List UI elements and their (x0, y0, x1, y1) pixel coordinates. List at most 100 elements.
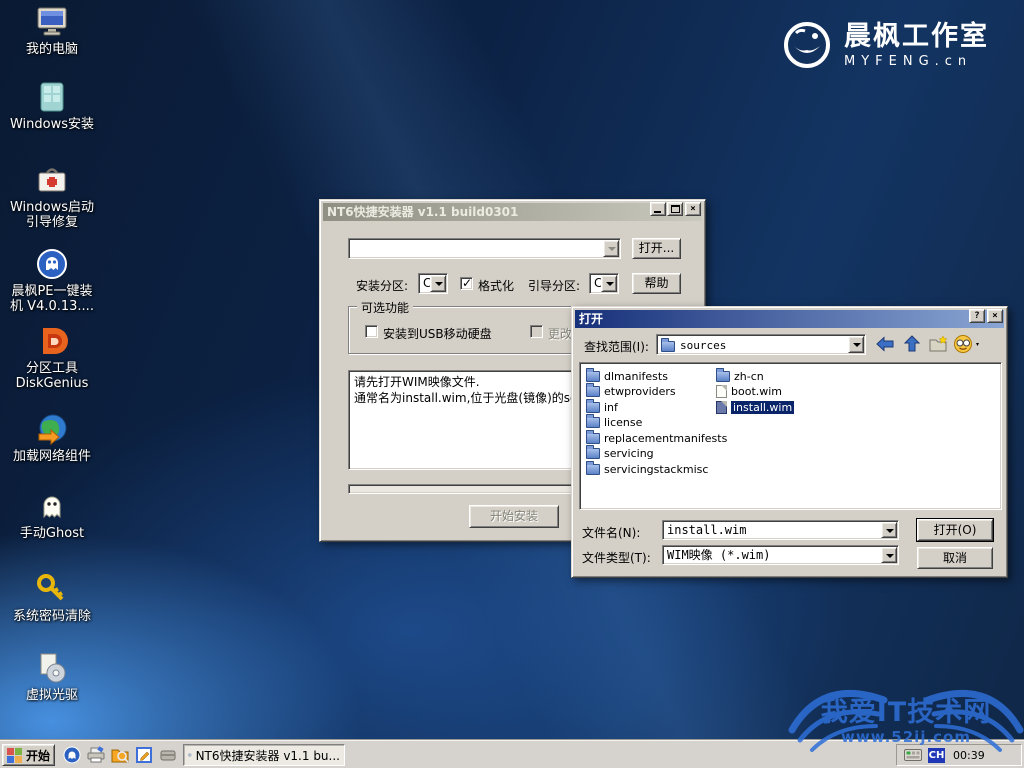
start-install-button[interactable]: 开始安装 (469, 505, 559, 528)
desktop-icon-load-network[interactable]: 加载网络组件 (0, 412, 104, 464)
maximize-button[interactable] (667, 202, 683, 216)
start-label: 开始 (26, 747, 50, 764)
nt6-titlebar[interactable]: NT6快捷安装器 v1.1 build0301 (323, 203, 702, 221)
myfeng-logo-icon (782, 20, 832, 70)
file-type-value: WIM映像 (*.wim) (662, 545, 899, 565)
usb-install-checkbox[interactable] (365, 325, 378, 338)
quicklaunch-pe-icon[interactable] (62, 745, 84, 765)
format-label: 格式化 (478, 277, 514, 294)
chevron-down-icon[interactable] (848, 336, 864, 353)
brand-subtitle: MYFENG.cn (844, 54, 989, 69)
desktop-icon-label: Windows启动 引导修复 (0, 200, 104, 230)
chevron-down-icon[interactable] (601, 275, 617, 292)
desktop-icon-my-computer[interactable]: 我的电脑 (0, 5, 104, 57)
list-item-folder[interactable]: replacementmanifests (586, 431, 727, 446)
taskbar-window-label: NT6快捷安装器 v1.1 bu... (196, 747, 340, 764)
chevron-down-icon[interactable] (603, 240, 619, 257)
list-item-folder[interactable]: dlmanifests (586, 369, 668, 384)
view-menu-icon[interactable] (953, 334, 983, 354)
folder-icon (661, 341, 675, 352)
file-icon (716, 385, 727, 398)
dialog-open-button[interactable]: 打开(O) (917, 519, 993, 541)
new-folder-icon[interactable] (928, 334, 950, 354)
open-dialog-title: 打开 (579, 312, 603, 326)
tray-clock[interactable]: 00:39 (953, 749, 985, 762)
boot-partition-label: 引导分区: (528, 277, 580, 294)
folder-icon (586, 448, 600, 459)
desktop-icon-manual-ghost[interactable]: 手动Ghost (0, 489, 104, 541)
desktop-icon-label: 晨枫PE一键装 机 V4.0.13.... (0, 284, 104, 314)
virtual-cd-icon (35, 651, 69, 685)
minimize-button[interactable] (650, 202, 666, 216)
dialog-cancel-button[interactable]: 取消 (917, 547, 993, 569)
back-icon[interactable] (875, 334, 897, 354)
system-tray: CH 00:39 (896, 744, 1022, 766)
folder-icon (586, 464, 600, 475)
file-name-value[interactable]: install.wim (662, 520, 899, 540)
open-file-dialog: 打开 ? × 查找范围(I): sources dlmanifests etwp… (571, 306, 1008, 578)
list-item-file[interactable]: boot.wim (716, 384, 782, 399)
chevron-down-icon[interactable] (881, 522, 897, 538)
desktop-icon-label: 我的电脑 (0, 42, 104, 57)
optional-group-label: 可选功能 (357, 299, 413, 316)
open-wim-button[interactable]: 打开... (632, 238, 681, 259)
file-name-combobox[interactable]: install.wim (662, 520, 899, 540)
desktop-icon-windows-install[interactable]: Windows安装 (0, 80, 104, 132)
chevron-down-icon[interactable] (430, 275, 446, 292)
quicklaunch-printer-icon[interactable] (86, 745, 108, 765)
list-item-folder[interactable]: license (586, 415, 642, 430)
look-in-combobox[interactable]: sources (656, 334, 866, 355)
quicklaunch-gray-box-icon[interactable] (158, 745, 180, 765)
quicklaunch-display-tool-icon[interactable] (134, 745, 156, 765)
file-list: dlmanifests etwproviders inf license rep… (579, 362, 1002, 510)
close-icon[interactable]: × (987, 309, 1003, 323)
list-item-folder[interactable]: servicingstackmisc (586, 462, 708, 477)
ghost-icon (35, 489, 69, 523)
format-checkbox[interactable] (460, 277, 473, 290)
folder-icon (586, 371, 600, 382)
desktop-icon-virtual-drive[interactable]: 虚拟光驱 (0, 651, 104, 703)
wim-path-value[interactable] (348, 238, 621, 259)
open-dialog-titlebar[interactable]: 打开 (575, 310, 1004, 328)
taskbar-window-button[interactable]: NT6快捷安装器 v1.1 bu... (183, 744, 345, 766)
chevron-down-icon[interactable] (881, 547, 897, 563)
desktop-icon-boot-repair[interactable]: Windows启动 引导修复 (0, 163, 104, 230)
quicklaunch-file-explorer-icon[interactable] (110, 745, 132, 765)
folder-icon (586, 433, 600, 444)
wim-path-combobox[interactable] (348, 238, 621, 259)
close-icon[interactable]: × (685, 202, 701, 216)
diskgenius-icon (35, 324, 69, 358)
help-icon[interactable]: ? (969, 309, 985, 323)
desktop-icon-diskgenius[interactable]: 分区工具 DiskGenius (0, 324, 104, 391)
install-partition-select[interactable]: C (418, 273, 448, 294)
pe-ghost-icon (35, 247, 69, 281)
install-partition-label: 安装分区: (356, 277, 408, 294)
key-icon (35, 572, 69, 606)
desktop-icon-password-clear[interactable]: 系统密码清除 (0, 572, 104, 624)
desktop-icon-label: Windows安装 (0, 117, 104, 132)
first-aid-kit-icon (35, 163, 69, 197)
up-one-level-icon[interactable] (902, 334, 924, 354)
list-item-folder[interactable]: etwproviders (586, 384, 676, 399)
input-language-indicator[interactable]: CH (928, 748, 945, 763)
list-item-folder[interactable]: zh-cn (716, 369, 764, 384)
folder-icon (586, 417, 600, 428)
look-in-label: 查找范围(I): (584, 338, 649, 355)
list-item-folder[interactable]: inf (586, 400, 618, 415)
brand-logo: 晨枫工作室 MYFENG.cn (782, 20, 989, 70)
list-item-file-selected[interactable]: install.wim (716, 400, 794, 415)
file-type-combobox[interactable]: WIM映像 (*.wim) (662, 545, 899, 565)
look-in-value: sources (680, 337, 726, 354)
app-icon (188, 748, 192, 762)
change-system-checkbox[interactable] (530, 325, 543, 338)
start-button[interactable]: 开始 (2, 744, 55, 766)
help-button[interactable]: 帮助 (632, 273, 681, 294)
tray-keyboard-icon[interactable] (904, 749, 922, 761)
desktop-icon-label: 手动Ghost (0, 526, 104, 541)
boot-partition-select[interactable]: C (589, 273, 619, 294)
desktop-icon-pe-installer[interactable]: 晨枫PE一键装 机 V4.0.13.... (0, 247, 104, 314)
start-logo-icon (7, 748, 22, 763)
brand-title: 晨枫工作室 (844, 22, 989, 52)
list-item-folder[interactable]: servicing (586, 446, 654, 461)
install-disk-icon (35, 80, 69, 114)
